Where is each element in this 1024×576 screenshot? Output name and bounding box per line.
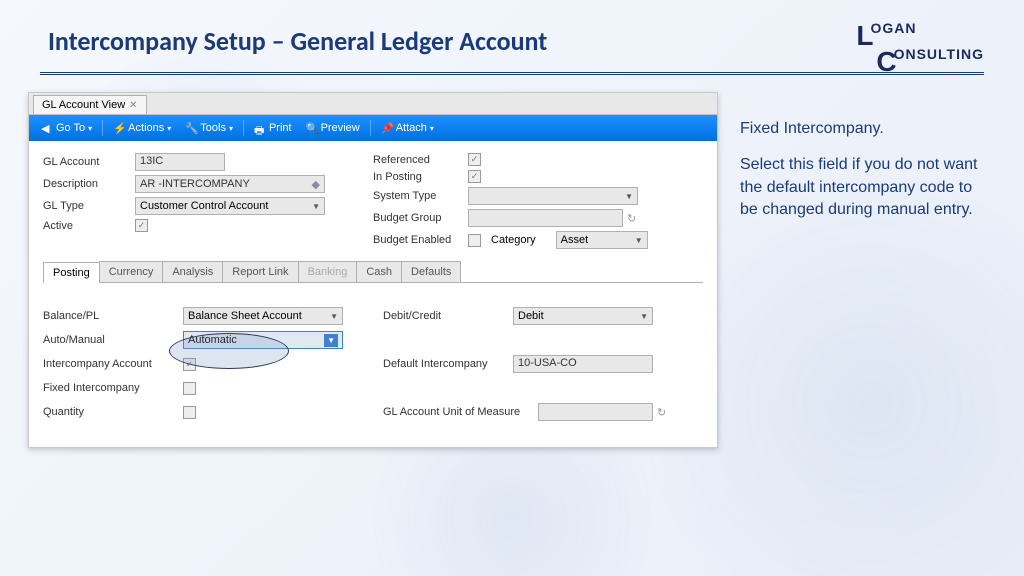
logo-ogan: OGAN — [870, 20, 916, 36]
bolt-icon: ⚡ — [113, 122, 125, 134]
tab-analysis[interactable]: Analysis — [162, 261, 223, 282]
gl-account-label: GL Account — [43, 156, 135, 168]
sub-tabs: Posting Currency Analysis Report Link Ba… — [43, 261, 703, 283]
category-dropdown[interactable]: Asset ▼ — [556, 231, 648, 249]
attach-button[interactable]: 📌Attach▾ — [375, 119, 440, 137]
refresh-icon[interactable]: ↻ — [627, 212, 639, 224]
category-value: Asset — [561, 234, 589, 246]
logo-onsulting: ONSULTING — [894, 46, 984, 62]
chevron-down-icon: ▼ — [324, 334, 338, 347]
tools-button[interactable]: 🔧Tools▾ — [179, 119, 239, 137]
budget-group-label: Budget Group — [373, 212, 468, 224]
fixed-intercompany-checkbox[interactable] — [183, 382, 196, 395]
goto-button[interactable]: ◀Go To▾ — [35, 119, 98, 137]
balance-pl-value: Balance Sheet Account — [188, 310, 302, 322]
referenced-checkbox: ✓ — [468, 153, 481, 166]
active-label: Active — [43, 220, 135, 232]
uom-input[interactable] — [538, 403, 653, 421]
goto-label: Go To — [56, 122, 85, 134]
uom-label: GL Account Unit of Measure — [383, 406, 538, 418]
tab-defaults[interactable]: Defaults — [401, 261, 461, 282]
annotation-heading: Fixed Intercompany. — [740, 118, 980, 140]
gl-type-value: Customer Control Account — [140, 200, 268, 212]
attach-label: Attach — [396, 122, 427, 134]
lookup-icon[interactable]: ◆ — [312, 178, 320, 191]
gl-account-window: GL Account View ✕ ◀Go To▾ ⚡Actions▾ 🔧Too… — [28, 92, 718, 448]
preview-icon: 🔍 — [306, 122, 318, 134]
quantity-checkbox[interactable] — [183, 406, 196, 419]
auto-manual-label: Auto/Manual — [43, 334, 183, 346]
chevron-down-icon: ▼ — [625, 192, 633, 201]
preview-button[interactable]: 🔍Preview — [300, 119, 366, 137]
slide-title: Intercompany Setup – General Ledger Acco… — [48, 25, 547, 57]
default-intercompany-input[interactable]: 10-USA-CO — [513, 355, 653, 373]
refresh-icon[interactable]: ↻ — [657, 406, 669, 418]
chevron-down-icon: ▼ — [640, 312, 648, 321]
system-type-dropdown[interactable]: ▼ — [468, 187, 638, 205]
in-posting-label: In Posting — [373, 171, 468, 183]
gl-type-label: GL Type — [43, 200, 135, 212]
tab-posting[interactable]: Posting — [43, 262, 100, 283]
tools-label: Tools — [200, 122, 226, 134]
auto-manual-value: Automatic — [188, 334, 237, 346]
category-label: Category — [491, 234, 536, 246]
wrench-icon: 🔧 — [185, 122, 197, 134]
annotation-body: Select this field if you do not want the… — [740, 154, 980, 221]
budget-group-input[interactable] — [468, 209, 623, 227]
pin-icon: 📌 — [381, 122, 393, 134]
gl-type-dropdown[interactable]: Customer Control Account ▼ — [135, 197, 325, 215]
debit-credit-value: Debit — [518, 310, 544, 322]
view-tab-gl-account[interactable]: GL Account View ✕ — [33, 95, 147, 114]
actions-button[interactable]: ⚡Actions▾ — [107, 119, 177, 137]
chevron-down-icon: ▼ — [312, 202, 320, 211]
intercompany-checkbox[interactable]: ✓ — [183, 358, 196, 371]
default-intercompany-label: Default Intercompany — [383, 358, 513, 370]
print-icon: 🖶 — [254, 122, 266, 134]
description-value: AR -INTERCOMPANY — [140, 178, 250, 190]
description-label: Description — [43, 178, 135, 190]
tab-currency[interactable]: Currency — [99, 261, 164, 282]
balance-pl-dropdown[interactable]: Balance Sheet Account ▼ — [183, 307, 343, 325]
intercompany-account-label: Intercompany Account — [43, 358, 183, 370]
balance-pl-label: Balance/PL — [43, 310, 183, 322]
chevron-down-icon: ▼ — [330, 312, 338, 321]
tab-report-link[interactable]: Report Link — [222, 261, 298, 282]
print-label: Print — [269, 122, 292, 134]
chevron-down-icon: ▼ — [635, 236, 643, 245]
toolbar: ◀Go To▾ ⚡Actions▾ 🔧Tools▾ 🖶Print 🔍Previe… — [29, 115, 717, 141]
gl-account-input[interactable]: 13IC — [135, 153, 225, 171]
auto-manual-dropdown[interactable]: Automatic ▼ — [183, 331, 343, 349]
logo: LOGAN CONSULTING — [856, 20, 984, 78]
fixed-intercompany-label: Fixed Intercompany — [43, 382, 183, 394]
tab-cash[interactable]: Cash — [356, 261, 402, 282]
close-icon[interactable]: ✕ — [129, 100, 137, 111]
budget-enabled-checkbox[interactable] — [468, 234, 481, 247]
debit-credit-label: Debit/Credit — [383, 310, 513, 322]
description-input[interactable]: AR -INTERCOMPANY ◆ — [135, 175, 325, 193]
active-checkbox[interactable]: ✓ — [135, 219, 148, 232]
view-tab-label: GL Account View — [42, 99, 125, 111]
debit-credit-dropdown[interactable]: Debit ▼ — [513, 307, 653, 325]
arrow-icon: ◀ — [41, 122, 53, 134]
print-button[interactable]: 🖶Print — [248, 119, 298, 137]
window-tab-bar: GL Account View ✕ — [29, 93, 717, 115]
preview-label: Preview — [321, 122, 360, 134]
title-underline — [40, 72, 984, 75]
budget-enabled-label: Budget Enabled — [373, 234, 468, 246]
quantity-label: Quantity — [43, 406, 183, 418]
annotation-text: Fixed Intercompany. Select this field if… — [740, 118, 980, 236]
in-posting-checkbox: ✓ — [468, 170, 481, 183]
system-type-label: System Type — [373, 190, 468, 202]
tab-banking: Banking — [298, 261, 358, 282]
referenced-label: Referenced — [373, 154, 468, 166]
actions-label: Actions — [128, 122, 164, 134]
